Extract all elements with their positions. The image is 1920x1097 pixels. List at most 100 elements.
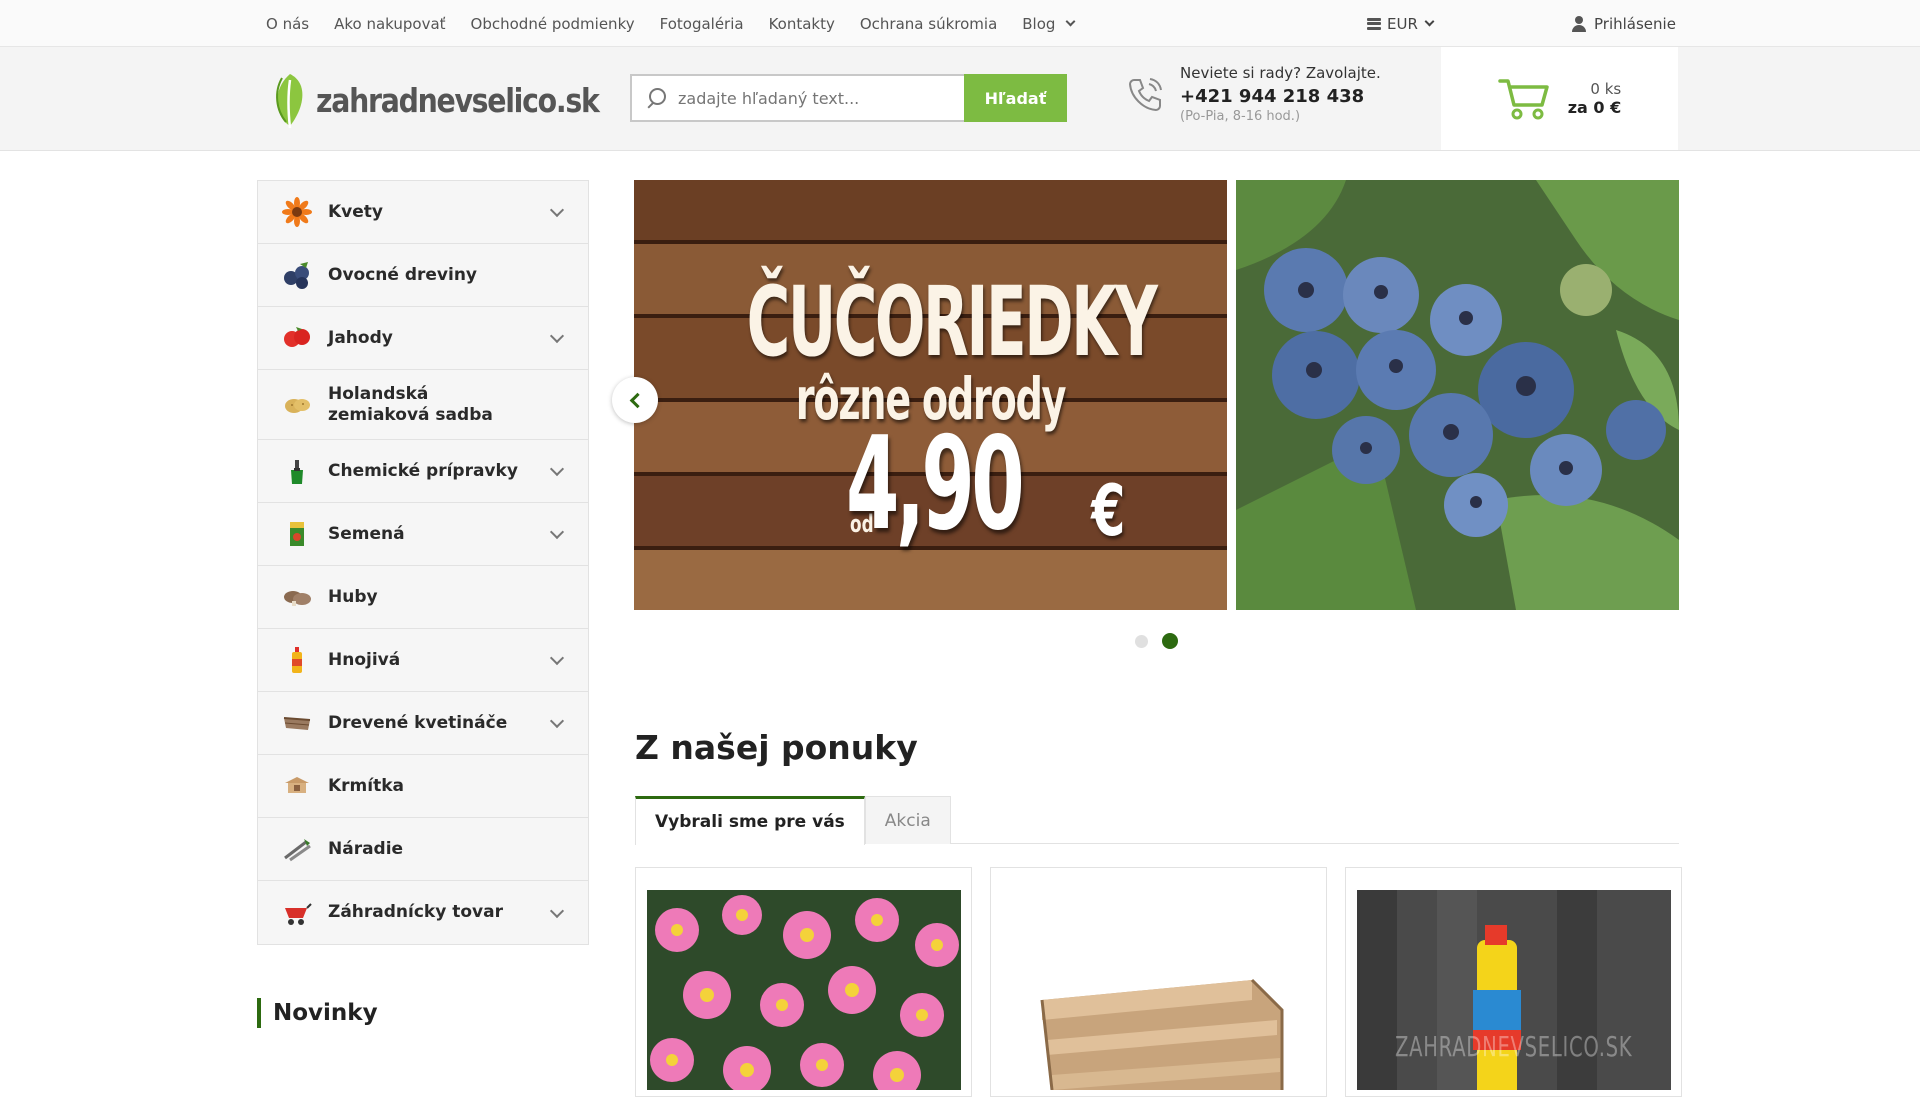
nav-link-ochrana-sukromia[interactable]: Ochrana súkromia: [860, 15, 997, 33]
chevron-down-icon[interactable]: [549, 713, 565, 729]
chevron-down-icon: [1424, 16, 1435, 27]
product-card[interactable]: ZAHRADNEVSELICO.SK: [1345, 867, 1682, 1097]
blueberry-photo[interactable]: [1236, 180, 1679, 610]
sidebar-item-label: Jahody: [328, 327, 393, 348]
watermark-text: ZAHRADNEVSELICO.SK: [1395, 1030, 1633, 1063]
offer-tabs: Vybrali sme pre vás Akcia: [635, 796, 1679, 845]
sidebar-item-label: Záhradnícky tovar: [328, 902, 503, 922]
contact-info: Neviete si rady? Zavolajte. +421 944 218…: [1126, 64, 1381, 124]
phone-number[interactable]: +421 944 218 438: [1180, 86, 1381, 107]
product-image: [647, 890, 961, 1090]
search-icon: [646, 88, 666, 108]
sidebar-item-zahradnicky-tovar[interactable]: Záhradnícky tovar: [258, 881, 588, 944]
sidebar-item-naradie[interactable]: Náradie: [258, 818, 588, 881]
wheelbarrow-icon: [282, 898, 312, 928]
search-button[interactable]: Hľadať: [964, 74, 1067, 122]
opening-hours: (Po-Pia, 8-16 hod.): [1180, 109, 1301, 124]
bird-feeder-icon: [282, 771, 312, 801]
tab-vybrali-sme-pre-vas[interactable]: Vybrali sme pre vás: [635, 796, 865, 845]
chevron-down-icon[interactable]: [549, 524, 565, 540]
chevron-down-icon[interactable]: [549, 650, 565, 666]
blueberry-photo-image: [1236, 180, 1679, 610]
category-sidebar: Kvety Ovocné dreviny Jahody Holandská ze…: [257, 180, 589, 945]
nav-link-blog[interactable]: Blog: [1022, 15, 1076, 33]
top-navigation: O nás Ako nakupovať Obchodné podmienky F…: [266, 0, 1099, 47]
product-card[interactable]: [635, 867, 972, 1097]
sidebar-item-drevene-kvetinace[interactable]: Drevené kvetináče: [258, 692, 588, 755]
slider-prev-button[interactable]: [612, 377, 658, 423]
cart-total: za 0 €: [1567, 98, 1622, 117]
search-box: [630, 74, 964, 122]
fertilizer-bottle-icon: [282, 645, 312, 675]
sidebar-item-hnojiva[interactable]: Hnojivá: [258, 629, 588, 692]
coins-icon: [1367, 17, 1381, 30]
sidebar-item-ovocne-dreviny[interactable]: Ovocné dreviny: [258, 244, 588, 307]
sidebar-item-krmitka[interactable]: Krmítka: [258, 755, 588, 818]
cart-button[interactable]: 0 ks za 0 €: [1441, 47, 1678, 150]
header: zahradnevselico.sk Hľadať Neviete si rad…: [0, 47, 1920, 151]
sidebar-item-kvety[interactable]: Kvety: [258, 181, 588, 244]
mushroom-icon: [282, 582, 312, 612]
sidebar-item-holandska-zemiakova-sadba[interactable]: Holandská zemiaková sadba: [258, 370, 588, 440]
nav-link-fotogaleria[interactable]: Fotogaléria: [660, 15, 744, 33]
flower-icon: [282, 197, 312, 227]
blueberry-banner[interactable]: ČUČORIEDKY rôzne odrody od 4,90 €: [634, 180, 1227, 610]
section-title: Z našej ponuky: [635, 728, 918, 767]
product-grid: ZAHRADNEVSELICO.SK: [635, 867, 1682, 1097]
nav-link-kontakty[interactable]: Kontakty: [769, 15, 835, 33]
contact-text: Neviete si rady? Zavolajte. +421 944 218…: [1180, 64, 1381, 124]
sidebar-item-label: Drevené kvetináče: [328, 712, 508, 733]
chevron-down-icon[interactable]: [549, 328, 565, 344]
nav-link-obchodne-podmienky[interactable]: Obchodné podmienky: [471, 15, 635, 33]
sidebar-item-chemicke-pripravky[interactable]: Chemické prípravky: [258, 440, 588, 503]
sidebar-item-label: Kvety: [328, 201, 383, 222]
banner-title: ČUČORIEDKY: [746, 266, 1158, 378]
chevron-down-icon[interactable]: [549, 461, 565, 477]
sidebar-item-huby[interactable]: Huby: [258, 566, 588, 629]
search-bar: Hľadať: [630, 74, 1067, 122]
wooden-planter-icon: [282, 708, 312, 738]
product-image: ZAHRADNEVSELICO.SK: [1357, 890, 1671, 1090]
sidebar-item-label: Náradie: [328, 838, 404, 859]
slider-dot-2[interactable]: [1162, 633, 1178, 649]
sidebar-item-semena[interactable]: Semená: [258, 503, 588, 566]
hero-slider: ČUČORIEDKY rôzne odrody od 4,90 €: [634, 180, 1679, 610]
phone-icon: [1128, 78, 1162, 112]
banner-price: 4,90: [846, 410, 1025, 559]
login-label: Prihlásenie: [1594, 14, 1676, 33]
chevron-down-icon: [1065, 16, 1076, 27]
user-icon: [1572, 15, 1586, 32]
product-card[interactable]: [990, 867, 1327, 1097]
slider-dot-1[interactable]: [1135, 634, 1148, 648]
site-logo[interactable]: zahradnevselico.sk: [270, 69, 645, 131]
sidebar-item-label: Huby: [328, 586, 378, 607]
login-link[interactable]: Prihlásenie: [1572, 0, 1676, 47]
nav-link-ako-nakupovat[interactable]: Ako nakupovať: [334, 15, 445, 33]
seed-packet-icon: [282, 519, 312, 549]
chevron-down-icon[interactable]: [549, 202, 565, 218]
sidebar-item-label: Hnojivá: [328, 649, 401, 670]
cart-count: 0 ks: [1590, 80, 1622, 98]
sidebar-item-jahody[interactable]: Jahody: [258, 307, 588, 370]
logo-text: zahradnevselico.sk: [316, 80, 600, 120]
banner-currency: €: [1091, 470, 1126, 552]
nav-link-o-nas[interactable]: O nás: [266, 15, 309, 33]
leaf-logo-icon: [276, 74, 303, 129]
chevron-down-icon[interactable]: [549, 903, 565, 918]
strawberry-icon: [282, 323, 312, 353]
blueberries-icon: [282, 260, 312, 290]
currency-label: EUR: [1387, 14, 1418, 33]
chevron-left-icon: [629, 392, 646, 408]
potato-icon: [282, 390, 312, 420]
search-input[interactable]: [678, 88, 948, 108]
sidebar-item-label: Semená: [328, 523, 405, 544]
cart-icon: [1497, 78, 1549, 119]
currency-selector[interactable]: EUR: [1367, 0, 1435, 47]
sidebar-item-label: Holandská zemiaková sadba: [328, 383, 493, 425]
product-image: [1002, 890, 1316, 1090]
sprayer-icon: [282, 456, 312, 486]
sidebar-item-label: Chemické prípravky: [328, 460, 518, 481]
cart-summary: 0 ks za 0 €: [1568, 80, 1622, 117]
tab-akcia[interactable]: Akcia: [864, 796, 951, 844]
garden-tools-icon: [282, 834, 312, 864]
